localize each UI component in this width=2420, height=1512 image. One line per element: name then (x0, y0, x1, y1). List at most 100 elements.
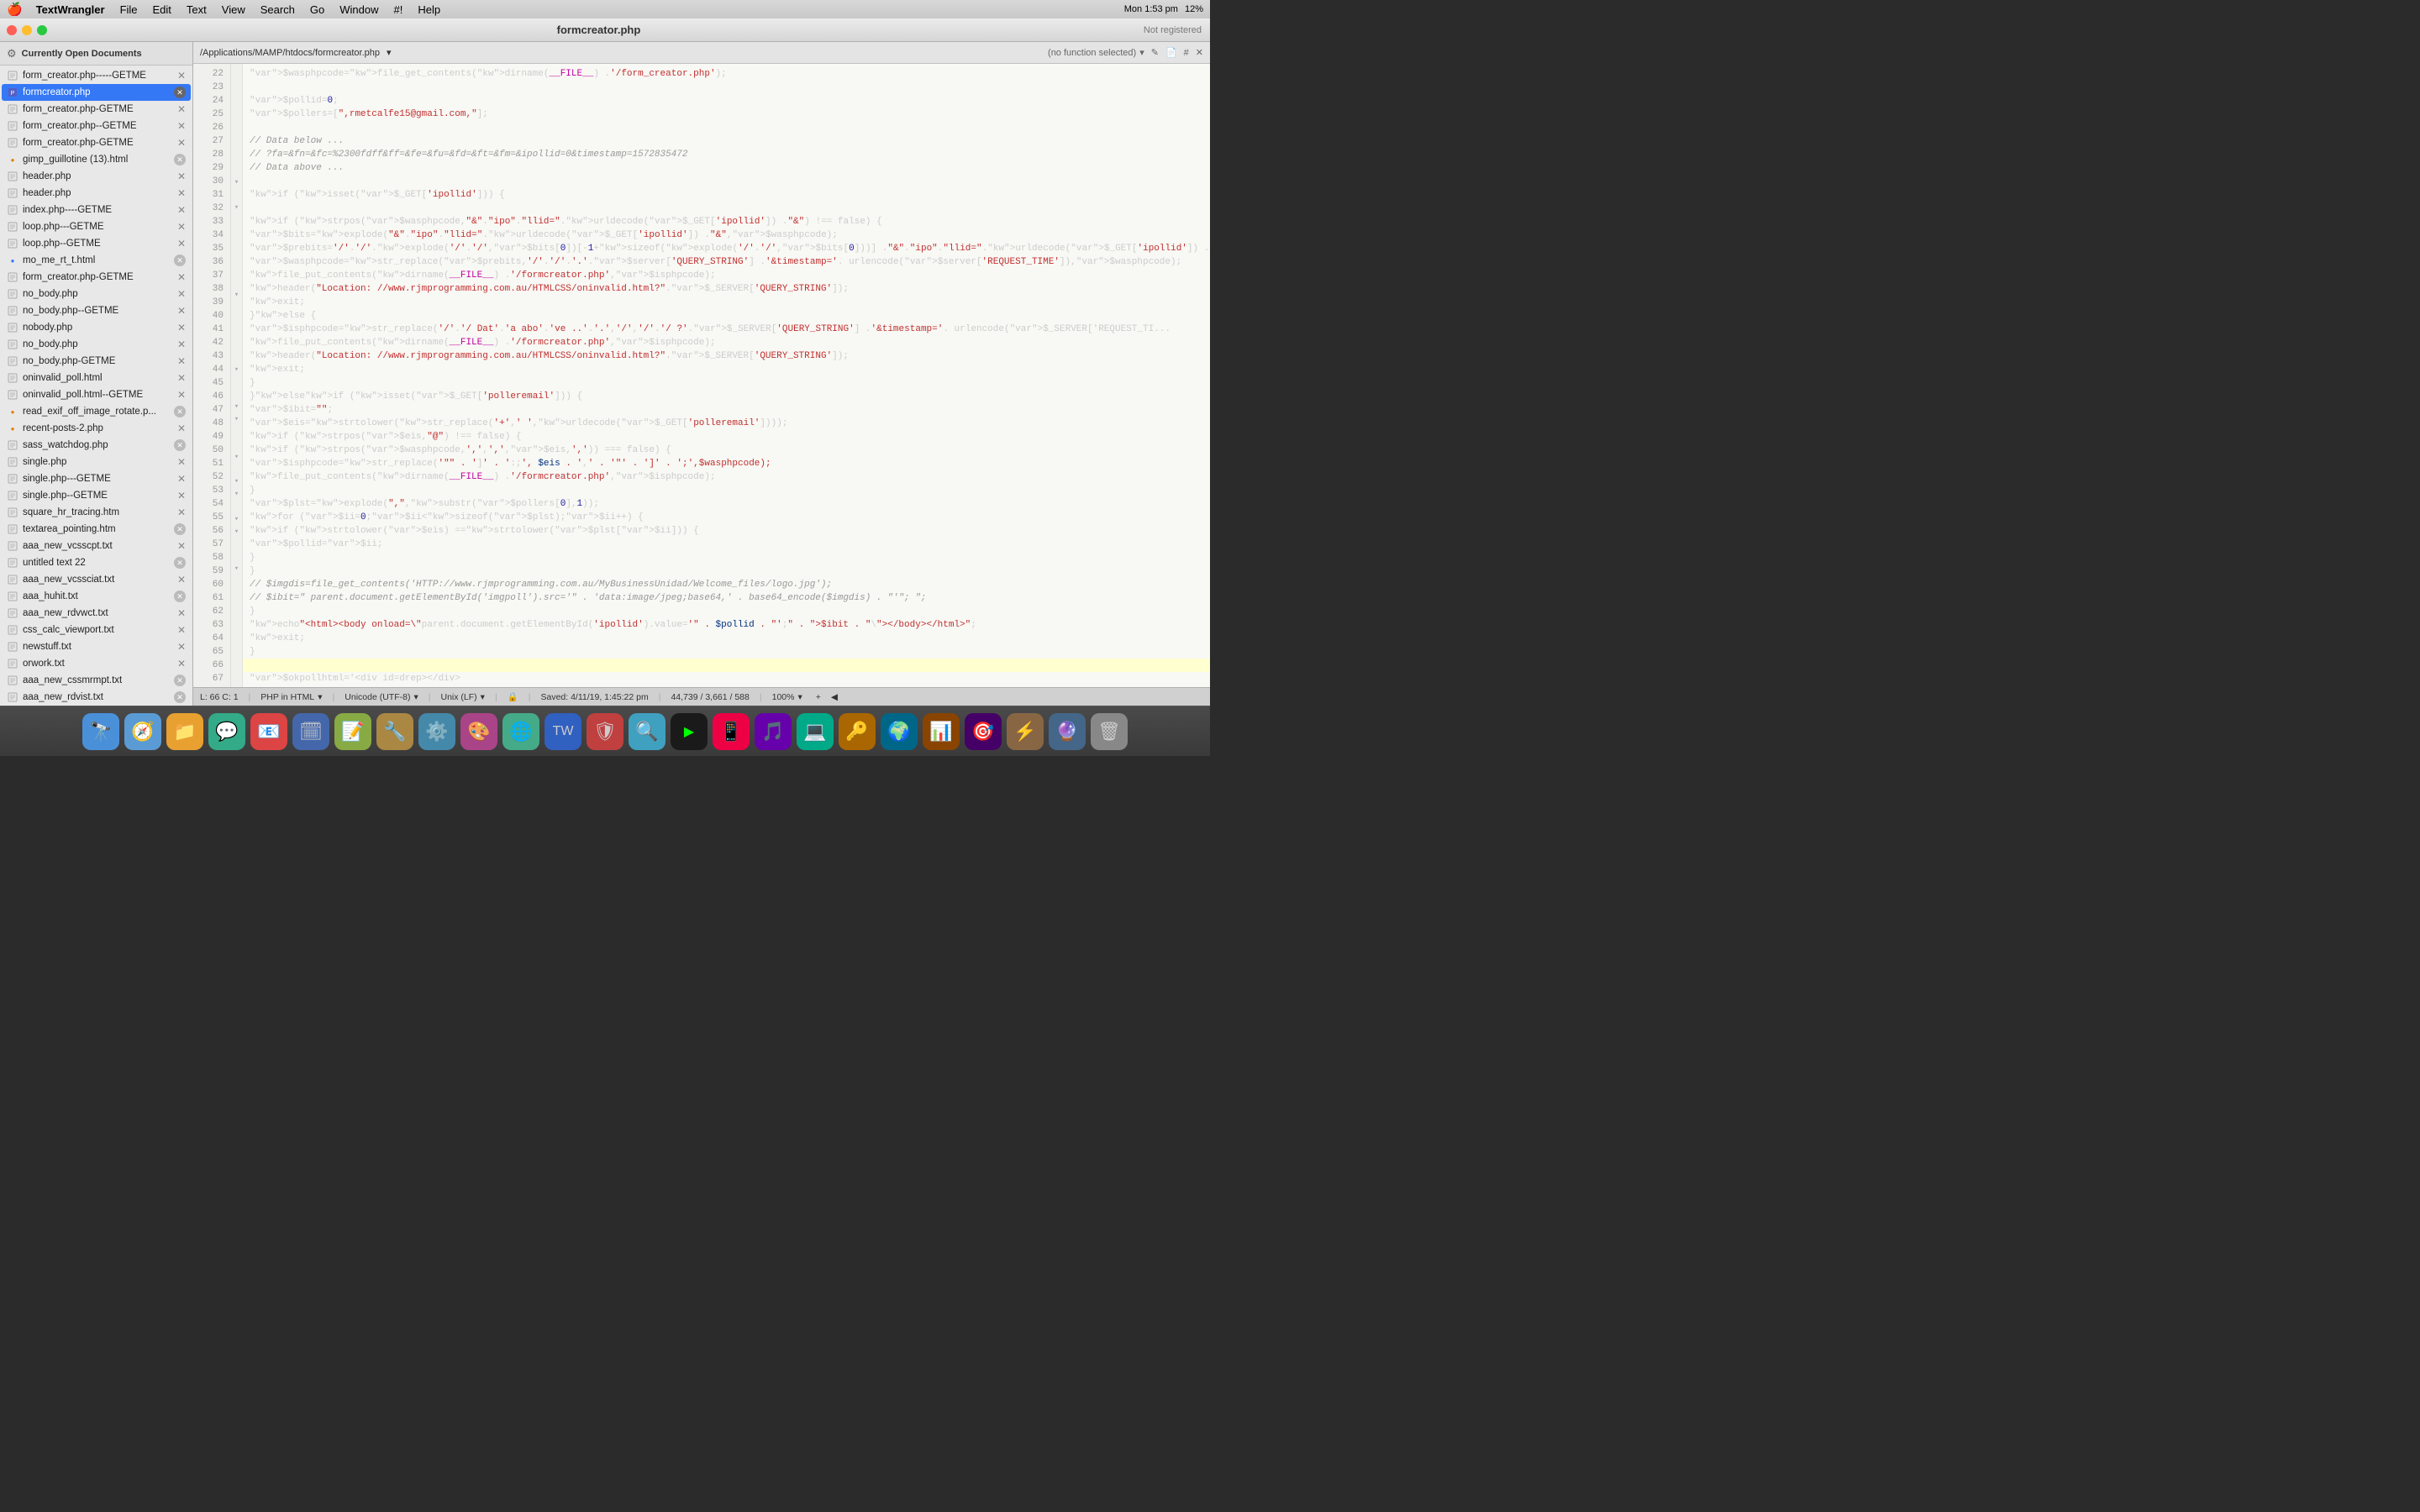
sidebar-item[interactable]: no_body.php✕ (2, 336, 191, 353)
sidebar-item[interactable]: form_creator.php--GETME✕ (2, 118, 191, 134)
dock-app7[interactable]: 📝 (334, 713, 371, 750)
dock-app4[interactable]: 💬 (208, 713, 245, 750)
sidebar-item-close[interactable]: ✕ (174, 523, 186, 535)
sidebar-item-close[interactable]: ✕ (177, 204, 186, 216)
sidebar-item-close[interactable]: ✕ (174, 557, 186, 569)
fold-indicator[interactable]: ▾ (231, 401, 242, 413)
sidebar-item-close[interactable]: ✕ (174, 255, 186, 266)
sidebar-item-close[interactable]: ✕ (174, 439, 186, 451)
sidebar-item-close[interactable]: ✕ (177, 423, 186, 434)
edit-icon[interactable]: ✎ (1151, 47, 1159, 58)
encoding[interactable]: Unicode (UTF-8) ▾ (345, 692, 418, 702)
sidebar-item[interactable]: aaa_new_cssmrmpt.txt✕ (2, 672, 191, 689)
sidebar-item-close[interactable]: ✕ (177, 490, 186, 501)
language[interactable]: PHP in HTML ▾ (260, 692, 322, 702)
sidebar-item[interactable]: header.php✕ (2, 185, 191, 202)
dock-terminal[interactable]: ▶ (671, 713, 708, 750)
fold-indicator[interactable]: ▾ (231, 525, 242, 538)
fold-indicator[interactable]: ▾ (231, 563, 242, 575)
dock-app14[interactable]: 🔍 (629, 713, 666, 750)
fold-indicator[interactable]: ▾ (231, 288, 242, 301)
sidebar-item-close[interactable]: ✕ (177, 221, 186, 233)
dock-app17[interactable]: 🎵 (755, 713, 792, 750)
sidebar-item[interactable]: aaa_new_vcsscpt.txt✕ (2, 538, 191, 554)
help-menu[interactable]: Help (411, 3, 447, 17)
dock-app24[interactable]: 🔮 (1049, 713, 1086, 750)
sidebar-item-close[interactable]: ✕ (177, 507, 186, 518)
sidebar-item-close[interactable]: ✕ (177, 540, 186, 552)
sidebar-item[interactable]: orwork.txt✕ (2, 655, 191, 672)
sidebar-item[interactable]: ●recent-posts-2.php✕ (2, 420, 191, 437)
sidebar-item-close[interactable]: ✕ (177, 624, 186, 636)
sidebar-item[interactable]: untitled text 22✕ (2, 554, 191, 571)
edit-menu[interactable]: Edit (146, 3, 178, 17)
sidebar-item-close[interactable]: ✕ (177, 288, 186, 300)
dock-app23[interactable]: ⚡ (1007, 713, 1044, 750)
sidebar-item-close[interactable]: ✕ (177, 120, 186, 132)
dock-app13[interactable]: 🛡 (587, 713, 623, 750)
sidebar-item-close[interactable]: ✕ (177, 271, 186, 283)
apple-menu[interactable]: 🍎 (7, 2, 23, 17)
sidebar-item[interactable]: header.php✕ (2, 168, 191, 185)
sidebar-item[interactable]: single.php---GETME✕ (2, 470, 191, 487)
sidebar-item-close[interactable]: ✕ (177, 187, 186, 199)
sidebar-item[interactable]: index.php----GETME✕ (2, 202, 191, 218)
file-menu[interactable]: File (113, 3, 145, 17)
sidebar-item[interactable]: form_creator.php-GETME✕ (2, 101, 191, 118)
sidebar-item[interactable]: sass_watchdog.php✕ (2, 437, 191, 454)
sidebar-item-close[interactable]: ✕ (177, 103, 186, 115)
sidebar-item-close[interactable]: ✕ (177, 355, 186, 367)
sidebar-item[interactable]: loop.php--GETME✕ (2, 235, 191, 252)
sidebar-item[interactable]: no_body.php✕ (2, 286, 191, 302)
dock-app21[interactable]: 📊 (923, 713, 960, 750)
dock-app5[interactable]: 📧 (250, 713, 287, 750)
code-editor[interactable]: 2223242526272829303132333435363738394041… (193, 64, 1210, 687)
sidebar-item[interactable]: oninvalid_poll.html✕ (2, 370, 191, 386)
search-menu[interactable]: Search (254, 3, 302, 17)
doc-icon[interactable]: 📄 (1165, 47, 1177, 58)
hash-icon[interactable]: # (1184, 48, 1189, 58)
sidebar-settings-icon[interactable]: ⚙ (7, 47, 17, 60)
fold-indicator[interactable]: ▾ (231, 450, 242, 463)
sidebar-item-close[interactable]: ✕ (174, 591, 186, 602)
fold-indicator[interactable]: ▾ (231, 512, 242, 525)
sidebar-item[interactable]: css_calc_viewport.txt✕ (2, 622, 191, 638)
dock-app8[interactable]: 🔧 (376, 713, 413, 750)
dock-app11[interactable]: 🌐 (502, 713, 539, 750)
dock-app16[interactable]: 📱 (713, 713, 750, 750)
sidebar-item-close[interactable]: ✕ (177, 305, 186, 317)
dock-trash[interactable]: 🗑 (1091, 713, 1128, 750)
sidebar-item[interactable]: ●mo_me_rt_t.html✕ (2, 252, 191, 269)
app-name-menu[interactable]: TextWrangler (29, 3, 112, 17)
line-ending[interactable]: Unix (LF) ▾ (440, 692, 484, 702)
sidebar-item-close[interactable]: ✕ (177, 607, 186, 619)
sidebar-item-close[interactable]: ✕ (174, 691, 186, 703)
dock-app19[interactable]: 🔑 (839, 713, 876, 750)
fold-indicator[interactable]: ▾ (231, 413, 242, 426)
dock-app6[interactable]: 🗓 (292, 713, 329, 750)
sidebar-item[interactable]: no_body.php--GETME✕ (2, 302, 191, 319)
sidebar-item[interactable]: textarea_pointing.htm✕ (2, 521, 191, 538)
sidebar-item-close[interactable]: ✕ (177, 372, 186, 384)
sidebar-item-close[interactable]: ✕ (177, 574, 186, 585)
fold-indicator[interactable]: ▾ (231, 363, 242, 375)
sidebar-item[interactable]: newstuff.txt✕ (2, 638, 191, 655)
sidebar-item-close[interactable]: ✕ (177, 658, 186, 669)
sidebar-item[interactable]: aaa_huhit.txt✕ (2, 588, 191, 605)
minimize-button[interactable] (22, 25, 32, 35)
function-selector[interactable]: (no function selected) ▾ (1048, 47, 1144, 58)
dock-app18[interactable]: 💻 (797, 713, 834, 750)
sidebar-item[interactable]: no_body.php-GETME✕ (2, 353, 191, 370)
close-button[interactable] (7, 25, 17, 35)
sidebar-item[interactable]: form_creator.php-----GETME✕ (2, 67, 191, 84)
dock-app9[interactable]: ⚙️ (418, 713, 455, 750)
add-button[interactable]: + (816, 692, 821, 702)
zoom[interactable]: 100% ▾ (772, 692, 802, 702)
sidebar-item[interactable]: aaa_new_vcssciat.txt✕ (2, 571, 191, 588)
dock-app3[interactable]: 📁 (166, 713, 203, 750)
close-doc-icon[interactable]: ✕ (1196, 47, 1203, 58)
nav-left-icon[interactable]: ◀ (831, 692, 838, 702)
sidebar-item[interactable]: aaa_new_rdvist.txt✕ (2, 689, 191, 706)
sidebar-item-close[interactable]: ✕ (177, 238, 186, 249)
sidebar-item[interactable]: form_creator.php-GETME✕ (2, 134, 191, 151)
